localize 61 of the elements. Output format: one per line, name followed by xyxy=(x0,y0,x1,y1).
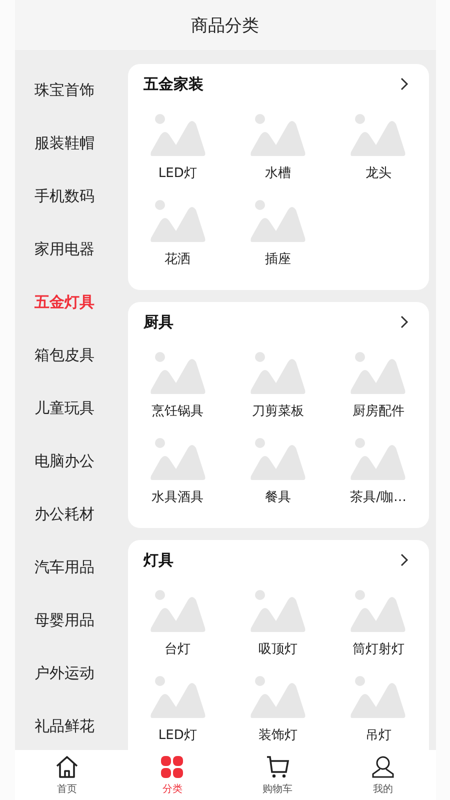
category-item[interactable]: 箱包皮具 xyxy=(14,329,114,382)
image-placeholder-icon[interactable] xyxy=(150,350,206,394)
category-item[interactable]: 家用电器 xyxy=(14,223,114,276)
subcategory-label[interactable]: 水槽 xyxy=(264,164,291,182)
subcategory-label[interactable]: LED灯 xyxy=(158,726,197,744)
chevron-right-icon[interactable] xyxy=(400,553,408,567)
image-placeholder-icon[interactable] xyxy=(350,350,406,394)
page-title: 商品分类 xyxy=(191,14,259,36)
image-placeholder-icon[interactable] xyxy=(250,198,306,242)
subcategory-label[interactable]: 茶具/咖… xyxy=(350,488,407,506)
chevron-right-icon[interactable] xyxy=(400,315,408,329)
subcategory-label[interactable]: 台灯 xyxy=(164,640,191,658)
category-item[interactable]: 汽车用品 xyxy=(14,541,114,594)
category-item[interactable]: 珠宝首饰 xyxy=(14,64,114,117)
grid-icon xyxy=(160,754,184,778)
image-placeholder-icon[interactable] xyxy=(150,588,206,632)
subcategory-label[interactable]: 龙头 xyxy=(365,164,392,182)
category-item[interactable]: 户外运动 xyxy=(14,647,114,700)
category-item[interactable]: 手机数码 xyxy=(14,170,114,223)
image-placeholder-icon[interactable] xyxy=(350,112,406,156)
image-placeholder-icon[interactable] xyxy=(250,350,306,394)
category-item[interactable]: 服装鞋帽 xyxy=(14,117,114,170)
home-icon xyxy=(55,754,80,778)
image-placeholder-icon[interactable] xyxy=(350,588,406,632)
category-item[interactable]: 儿童玩具 xyxy=(14,382,114,435)
image-placeholder-icon[interactable] xyxy=(250,674,306,718)
image-placeholder-icon[interactable] xyxy=(150,112,206,156)
image-placeholder-icon[interactable] xyxy=(150,436,206,480)
subcategory-label[interactable]: 水具酒具 xyxy=(152,488,204,506)
section-title: 厨具 xyxy=(144,312,174,332)
category-item[interactable]: 电脑办公 xyxy=(14,435,114,488)
cart-icon xyxy=(266,754,290,778)
subcategory-label[interactable]: 插座 xyxy=(264,250,291,268)
image-placeholder-icon[interactable] xyxy=(150,674,206,718)
image-placeholder-icon[interactable] xyxy=(350,436,406,480)
subcategory-label[interactable]: 餐具 xyxy=(264,488,291,506)
subcategory-label[interactable]: 筒灯射灯 xyxy=(352,640,404,658)
tab-item[interactable]: 首页 xyxy=(14,750,120,800)
tab-item[interactable]: 我的 xyxy=(330,750,436,800)
image-placeholder-icon[interactable] xyxy=(250,436,306,480)
subcategory-label[interactable]: 刀剪菜板 xyxy=(252,402,304,420)
image-placeholder-icon[interactable] xyxy=(250,588,306,632)
section-title: 灯具 xyxy=(144,550,174,570)
tab-item[interactable]: 分类 xyxy=(120,750,225,800)
subcategory-label[interactable]: 花洒 xyxy=(164,250,191,268)
category-item[interactable]: 母婴用品 xyxy=(14,594,114,647)
subcategory-label[interactable]: 装饰灯 xyxy=(258,726,298,744)
subcategory-label[interactable]: 烹饪锅具 xyxy=(152,402,204,420)
subcategory-label[interactable]: LED灯 xyxy=(158,164,197,182)
image-placeholder-icon[interactable] xyxy=(250,112,306,156)
section-title: 五金家装 xyxy=(144,74,204,94)
subcategory-label[interactable]: 吸顶灯 xyxy=(258,640,298,658)
chevron-right-icon[interactable] xyxy=(400,77,408,91)
category-item[interactable]: 办公耗材 xyxy=(14,488,114,541)
image-placeholder-icon[interactable] xyxy=(350,674,406,718)
subcategory-label[interactable]: 吊灯 xyxy=(365,726,392,744)
subcategory-label[interactable]: 厨房配件 xyxy=(352,402,404,420)
image-placeholder-icon[interactable] xyxy=(150,198,206,242)
tab-item[interactable]: 购物车 xyxy=(225,750,330,800)
person-icon xyxy=(370,754,395,778)
category-item[interactable]: 礼品鲜花 xyxy=(14,700,114,750)
